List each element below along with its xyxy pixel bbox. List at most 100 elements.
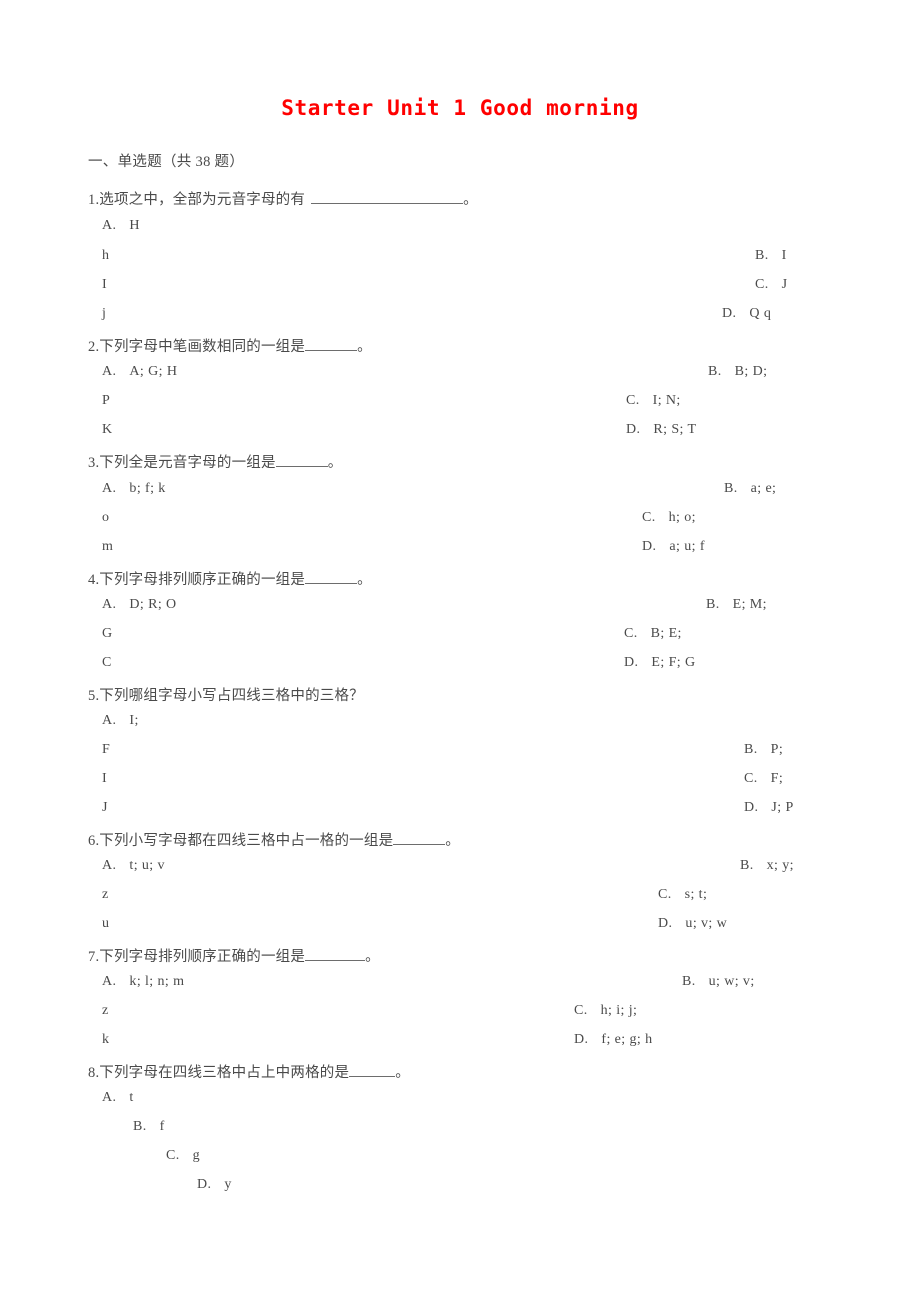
option-5-D[interactable]: D. J; P	[744, 800, 794, 816]
option-4-C-text: B; E;	[650, 626, 682, 641]
option-3-B-label: B.	[724, 481, 738, 496]
question-stem-8-text: 8.下列字母在四线三格中占上中两格的是	[88, 1065, 350, 1081]
option-6-B-label: B.	[740, 858, 754, 873]
option-4-A-cont-2: C	[102, 655, 112, 670]
option-4-A-text: D; R; O	[129, 597, 177, 612]
option-1-B-label: B.	[755, 248, 769, 263]
option-8-C-label: C.	[166, 1148, 180, 1163]
option-8-A[interactable]: A. t	[102, 1090, 134, 1106]
document-page: Starter Unit 1 Good morning 一、单选题（共 38 题…	[0, 0, 920, 1302]
question-stem-3: 3.下列全是元音字母的一组是 。	[88, 451, 342, 472]
question-stem-8: 8.下列字母在四线三格中占上中两格的是 。	[88, 1061, 410, 1082]
option-7-C[interactable]: C. h; i; j;	[574, 1003, 637, 1019]
answer-blank-6[interactable]	[393, 844, 446, 845]
option-2-A-cont-2: K	[102, 422, 113, 437]
option-1-B[interactable]: B. I	[755, 248, 787, 264]
option-4-C-label: C.	[624, 626, 638, 641]
option-2-D-label: D.	[626, 422, 641, 437]
option-5-B[interactable]: B. P;	[744, 742, 783, 758]
page-title: Starter Unit 1 Good morning	[281, 96, 639, 120]
question-stem-1-text: 1.选项之中，全部为元音字母的有	[88, 192, 306, 208]
option-5-C[interactable]: C. F;	[744, 771, 783, 787]
question-stem-7-period: 。	[365, 949, 380, 965]
option-2-A-cont-1: P	[102, 393, 111, 408]
option-3-C[interactable]: C. h; o;	[642, 510, 696, 526]
option-1-D-label: D.	[722, 306, 737, 321]
option-6-D[interactable]: D. u; v; w	[658, 916, 727, 932]
option-1-B-text: I	[781, 248, 787, 263]
option-4-D[interactable]: D. E; F; G	[624, 655, 695, 671]
option-5-D-label: D.	[744, 800, 759, 815]
question-stem-7-text: 7.下列字母排列顺序正确的一组是	[88, 949, 306, 965]
answer-blank-7[interactable]	[305, 960, 366, 961]
option-3-C-text: h; o;	[668, 510, 696, 525]
option-4-A-cont-1: G	[102, 626, 113, 641]
option-6-A-label: A.	[102, 858, 117, 873]
option-1-A-cont-2: I	[102, 277, 108, 292]
option-2-C[interactable]: C. I; N;	[626, 393, 681, 409]
option-8-B[interactable]: B. f	[133, 1119, 165, 1135]
question-stem-2-period: 。	[357, 339, 372, 355]
option-6-D-label: D.	[658, 916, 673, 931]
option-8-D[interactable]: D. y	[197, 1177, 232, 1193]
option-1-A-text: H	[129, 218, 140, 233]
question-stem-6: 6.下列小写字母都在四线三格中占一格的一组是 。	[88, 829, 460, 850]
option-3-A-label: A.	[102, 481, 117, 496]
option-3-D-label: D.	[642, 539, 657, 554]
option-8-D-label: D.	[197, 1177, 212, 1192]
answer-blank-2[interactable]	[305, 350, 358, 351]
option-4-B[interactable]: B. E; M;	[706, 597, 767, 613]
option-2-B[interactable]: B. B; D;	[708, 364, 767, 380]
option-8-D-text: y	[224, 1177, 232, 1192]
option-3-A[interactable]: A. b; f; k	[102, 481, 166, 497]
answer-blank-4[interactable]	[305, 583, 358, 584]
option-5-A-cont-3: J	[102, 800, 108, 815]
option-2-D[interactable]: D. R; S; T	[626, 422, 696, 438]
question-stem-7: 7.下列字母排列顺序正确的一组是 。	[88, 945, 380, 966]
option-1-A[interactable]: A. H	[102, 218, 140, 234]
option-6-A[interactable]: A. t; u; v	[102, 858, 165, 874]
option-7-B[interactable]: B. u; w; v;	[682, 974, 755, 990]
option-2-B-label: B.	[708, 364, 722, 379]
question-stem-2: 2.下列字母中笔画数相同的一组是 。	[88, 335, 372, 356]
option-5-B-label: B.	[744, 742, 758, 757]
option-1-D[interactable]: D. Q q	[722, 306, 771, 322]
option-6-C[interactable]: C. s; t;	[658, 887, 707, 903]
option-1-A-cont-1: h	[102, 248, 110, 263]
question-stem-4-text: 4.下列字母排列顺序正确的一组是	[88, 572, 306, 588]
option-6-A-cont-1: z	[102, 887, 109, 902]
option-5-A[interactable]: A. I;	[102, 713, 139, 729]
option-2-C-label: C.	[626, 393, 640, 408]
option-5-B-text: P;	[770, 742, 784, 757]
option-6-B[interactable]: B. x; y;	[740, 858, 794, 874]
question-stem-2-text: 2.下列字母中笔画数相同的一组是	[88, 339, 306, 355]
option-3-D-text: a; u; f	[669, 539, 705, 554]
option-1-D-text: Q q	[749, 306, 772, 321]
option-4-B-label: B.	[706, 597, 720, 612]
option-1-C[interactable]: C. J	[755, 277, 788, 293]
option-5-A-cont-2: I	[102, 771, 108, 786]
answer-blank-8[interactable]	[349, 1076, 396, 1077]
option-1-A-cont-3: j	[102, 306, 107, 321]
question-stem-1: 1.选项之中，全部为元音字母的有 。	[88, 188, 478, 209]
answer-blank-3[interactable]	[275, 466, 328, 467]
question-stem-4: 4.下列字母排列顺序正确的一组是 。	[88, 568, 372, 589]
answer-blank-1[interactable]	[311, 203, 464, 204]
option-7-D-text: f; e; g; h	[601, 1032, 653, 1047]
option-4-A[interactable]: A. D; R; O	[102, 597, 177, 613]
option-2-A-label: A.	[102, 364, 117, 379]
option-6-A-cont-2: u	[102, 916, 110, 931]
option-8-C[interactable]: C. g	[166, 1148, 200, 1164]
option-7-A[interactable]: A. k; l; n; m	[102, 974, 184, 990]
question-stem-5-text: 5.下列哪组字母小写占四线三格中的三格？	[88, 688, 364, 704]
option-2-D-text: R; S; T	[653, 422, 697, 437]
option-2-A[interactable]: A. A; G; H	[102, 364, 177, 380]
option-7-A-text: k; l; n; m	[129, 974, 185, 989]
option-3-B[interactable]: B. a; e;	[724, 481, 776, 497]
question-stem-3-period: 。	[327, 455, 343, 471]
option-3-D[interactable]: D. a; u; f	[642, 539, 705, 555]
question-stem-1-period: 。	[463, 192, 478, 208]
option-4-C[interactable]: C. B; E;	[624, 626, 682, 642]
option-7-D[interactable]: D. f; e; g; h	[574, 1032, 652, 1048]
option-8-B-label: B.	[133, 1119, 147, 1134]
